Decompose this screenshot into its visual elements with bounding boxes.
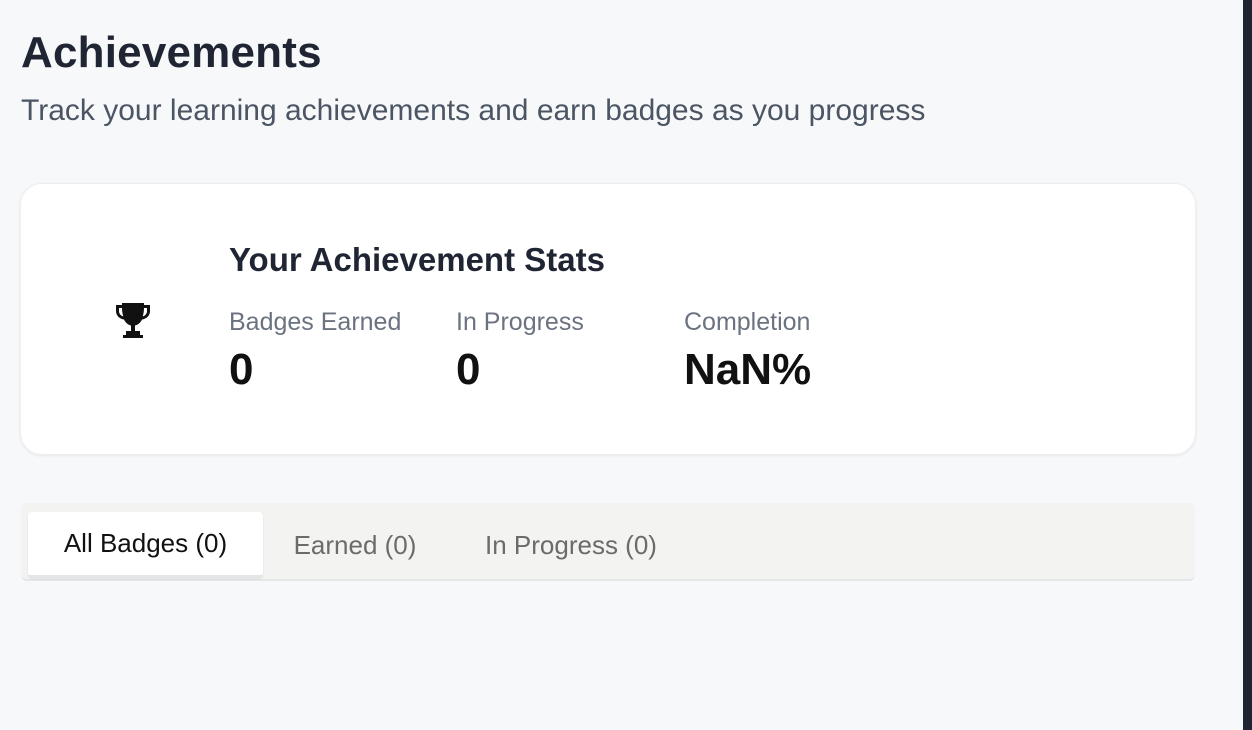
stat-badges-earned: Badges Earned 0 <box>229 308 401 395</box>
stat-value: 0 <box>456 345 481 394</box>
stat-in-progress: In Progress 0 <box>456 308 584 395</box>
stats-heading: Your Achievement Stats <box>229 241 605 278</box>
achievement-stats-card: Your Achievement Stats Badges Earned 0 I… <box>20 183 1196 455</box>
page-title: Achievements <box>21 28 322 77</box>
window-edge <box>1243 0 1252 730</box>
achievements-page: Achievements Track your learning achieve… <box>0 0 1252 730</box>
stat-label: Completion <box>684 308 811 336</box>
stat-value: NaN% <box>684 345 812 394</box>
tab-earned[interactable]: Earned (0) <box>265 512 445 578</box>
page-subtitle: Track your learning achievements and ear… <box>21 94 926 127</box>
stat-label: Badges Earned <box>229 308 402 336</box>
trophy-icon <box>114 301 152 339</box>
badge-tabs: All Badges (0) Earned (0) In Progress (0… <box>21 503 1195 581</box>
tab-all-badges[interactable]: All Badges (0) <box>28 512 263 578</box>
stat-value: 0 <box>229 345 254 394</box>
tab-in-progress[interactable]: In Progress (0) <box>451 512 691 578</box>
stat-completion: Completion NaN% <box>684 308 811 395</box>
stat-label: In Progress <box>456 308 584 336</box>
